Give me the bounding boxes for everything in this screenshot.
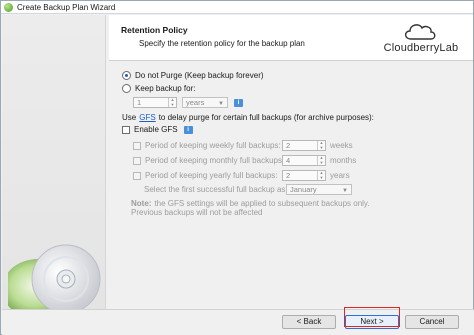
backup-disc-illustration [8,244,101,309]
chevron-down-icon: ▼ [342,188,348,194]
gfs-yearly-row: Period of keeping yearly full backups: 2… [133,170,350,181]
back-button[interactable]: < Back [282,315,336,329]
window-title: Create Backup Plan Wizard [17,3,116,12]
title-bar: Create Backup Plan Wizard [1,1,473,14]
monthly-spinner[interactable]: 4 ▲ ▼ [282,155,326,166]
enable-gfs-option[interactable]: Enable GFS i [122,125,193,134]
gfs-suffix: to delay purge for certain full backups … [158,113,374,122]
page-subtitle: Specify the retention policy for the bac… [139,39,305,48]
keep-backup-spinner[interactable]: 1 ▲ ▼ [133,97,177,108]
button-bar: < Back Next > Cancel [2,309,474,335]
monthly-value: 4 [286,156,291,165]
gfs-first-backup-row: Select the first successful full backup … [144,184,352,195]
weekly-checkbox[interactable] [133,141,141,150]
yearly-label: Period of keeping yearly full backups: [145,171,278,180]
enable-gfs-checkbox[interactable] [122,125,130,134]
wizard-window: Create Backup Plan Wizard Retention Poli… [0,0,474,335]
keep-backup-label: Keep backup for: [135,84,196,93]
page-title: Retention Policy [121,25,188,35]
info-icon[interactable]: i [234,98,243,107]
do-not-purge-option[interactable]: Do not Purge (Keep backup forever) [122,71,264,80]
gfs-description: Use GFS to delay purge for certain full … [122,113,374,122]
enable-gfs-label: Enable GFS [134,125,178,134]
spin-down-icon[interactable]: ▼ [318,160,325,166]
cloudberry-app-icon [4,3,13,12]
retention-settings: Do not Purge (Keep backup forever) Keep … [109,61,473,309]
gfs-monthly-row: Period of keeping monthly full backups: … [133,155,356,166]
note-line-2: Previous backups will not be affected [131,208,263,217]
yearly-unit: years [330,171,350,180]
weekly-label: Period of keeping weekly full backups: [145,141,281,150]
chevron-down-icon: ▼ [218,101,224,107]
monthly-unit: months [330,156,357,165]
note-line-1: the GFS settings will be applied to subs… [154,199,370,208]
spin-down-icon[interactable]: ▼ [318,145,325,151]
keep-backup-unit: years [186,98,205,107]
do-not-purge-label: Do not Purge (Keep backup forever) [135,71,264,80]
cancel-button[interactable]: Cancel [405,315,459,329]
weekly-spinner[interactable]: 2 ▲ ▼ [282,140,326,151]
cloud-logo-icon [404,24,436,40]
cloudberry-logo: CloudberryLab [371,19,471,59]
side-panel [2,15,106,309]
page-header: Retention Policy Specify the retention p… [109,15,473,61]
keep-backup-radio[interactable] [122,84,131,93]
keep-backup-option[interactable]: Keep backup for: [122,84,195,93]
keep-backup-unit-select[interactable]: years ▼ [182,97,228,108]
yearly-spinner[interactable]: 2 ▲ ▼ [282,170,326,181]
monthly-checkbox[interactable] [133,156,141,165]
first-backup-month-select[interactable]: January ▼ [286,184,352,195]
gfs-note-line-2: Previous backups will not be affected [131,208,262,217]
keep-backup-value: 1 [137,98,142,107]
do-not-purge-radio[interactable] [122,71,131,80]
gfs-prefix: Use [122,113,137,122]
first-backup-month: January [290,185,317,194]
first-backup-label: Select the first successful full backup … [144,185,297,194]
spin-down-icon[interactable]: ▼ [318,175,325,181]
next-button-highlight [344,307,400,327]
logo-text: CloudberryLab [383,42,459,54]
gfs-link[interactable]: GFS [139,113,155,122]
weekly-unit: weeks [330,141,353,150]
gfs-note-line-1: Note: the GFS settings will be applied t… [131,199,370,208]
info-icon[interactable]: i [183,125,193,134]
spin-down-icon[interactable]: ▼ [169,102,176,108]
yearly-value: 2 [286,171,291,180]
gfs-weekly-row: Period of keeping weekly full backups: 2… [133,140,353,151]
weekly-value: 2 [286,141,291,150]
keep-backup-inputs: 1 ▲ ▼ years ▼ i [133,97,243,108]
yearly-checkbox[interactable] [133,171,141,180]
note-bold: Note: [131,199,152,208]
monthly-label: Period of keeping monthly full backups: [145,156,285,165]
